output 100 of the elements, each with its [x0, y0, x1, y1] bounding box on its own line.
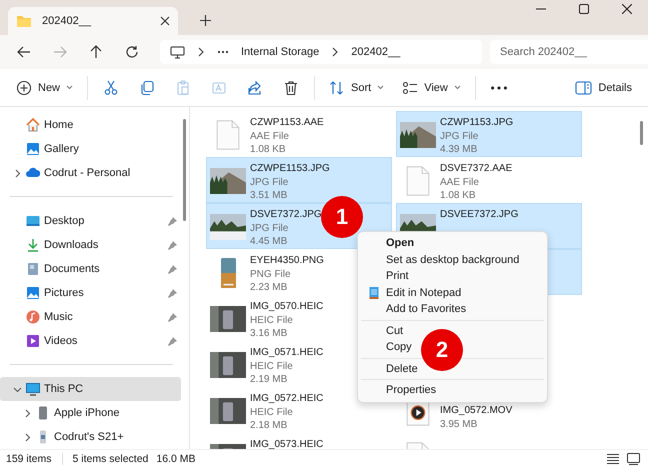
expanded-chevron-icon[interactable] — [12, 384, 22, 394]
chevron-icon[interactable] — [22, 408, 32, 418]
sidebar-item[interactable]: Pictures — [0, 281, 181, 305]
close-tab-icon[interactable] — [160, 16, 170, 26]
selection-size: 16.0 MB — [156, 453, 196, 465]
menu-item[interactable]: Add to Favorites — [361, 301, 466, 318]
address-bar[interactable]: Internal Storage 202402__ — [160, 40, 482, 64]
chevron-icon[interactable] — [22, 432, 32, 442]
file-item[interactable]: EYEH4350.PNG PNG File 2.23 MB — [206, 249, 328, 295]
sidebar-item[interactable]: Gallery — [0, 137, 181, 161]
pictures-icon — [26, 286, 40, 300]
details-view-icon[interactable] — [607, 453, 619, 465]
file-type: AAE File — [440, 176, 480, 189]
pin-icon[interactable] — [168, 264, 177, 274]
sort-button[interactable]: Sort — [321, 72, 392, 102]
pin-icon[interactable] — [168, 312, 177, 322]
refresh-icon — [125, 45, 139, 59]
menu-item[interactable]: Delete — [361, 360, 418, 377]
selection-count: 5 items selected — [72, 453, 148, 465]
breadcrumb-item[interactable]: 202402__ — [351, 46, 400, 58]
file-item[interactable]: CZWP1153.AAE AAE File 1.08 KB — [206, 111, 328, 157]
sidebar-item[interactable]: Codrut - Personal — [0, 161, 181, 185]
rename-icon — [211, 80, 228, 96]
arrow-left-icon — [17, 45, 31, 59]
file-size: 2.18 MB — [250, 419, 288, 432]
file-name: IMG_0573.HEIC — [250, 438, 324, 449]
documents-icon — [26, 262, 40, 276]
share-icon — [247, 80, 264, 96]
menu-item[interactable]: Edit in Notepad — [361, 284, 462, 301]
phone-screenshot-thumbnail — [220, 258, 236, 288]
clipboard-icon — [175, 80, 192, 96]
sidebar-item[interactable]: Music — [0, 305, 181, 329]
list-view-icon — [402, 80, 418, 96]
tab-title: 202402__ — [42, 15, 92, 27]
pin-icon[interactable] — [168, 240, 177, 250]
pin-icon[interactable] — [168, 288, 177, 298]
file-size: 3.16 MB — [250, 327, 288, 340]
file-name: CZWP1153.JPG — [440, 116, 514, 130]
menu-item[interactable]: Copy — [361, 339, 412, 356]
menu-item[interactable]: Print — [361, 268, 409, 284]
file-size: 3.51 MB — [250, 189, 288, 202]
pin-icon[interactable] — [168, 336, 177, 346]
caret-icon — [66, 85, 74, 90]
search-field[interactable]: Search 202402__ — [490, 40, 648, 64]
pin-icon[interactable] — [168, 216, 177, 226]
view-button[interactable]: View — [394, 72, 469, 102]
file-name: IMG_0572.MOV — [440, 404, 512, 418]
file-size: 2.23 MB — [250, 281, 288, 294]
trash-icon — [283, 80, 300, 96]
sidebar-item[interactable]: Downloads — [0, 233, 181, 257]
file-item[interactable]: IMG_0571.HEIC HEIC File 2.19 MB — [206, 341, 328, 387]
photo-thumbnail — [210, 306, 246, 332]
file-item[interactable]: IMG_0572.HEIC HEIC File 2.18 MB — [206, 387, 328, 433]
music-icon — [26, 310, 40, 324]
new-button[interactable]: New — [8, 72, 82, 102]
pc-icon — [26, 382, 40, 396]
file-type: HEIC File — [250, 314, 294, 327]
file-item[interactable]: CZWPE1153.JPG JPG File 3.51 MB — [206, 157, 392, 203]
file-item[interactable]: CZWP1153.JPG JPG File 4.39 MB — [396, 111, 582, 157]
window-tab[interactable]: 202402__ — [8, 7, 178, 35]
breadcrumb-item[interactable]: Internal Storage — [241, 46, 320, 58]
file-item[interactable]: IMG_0573.HEIC — [206, 433, 328, 449]
file-name: IMG_0572.HEIC — [250, 392, 324, 406]
desktop-icon — [26, 214, 40, 228]
sidebar-item[interactable]: Home — [0, 113, 181, 137]
chevron-icon[interactable] — [12, 168, 22, 178]
file-type: PNG File — [250, 268, 292, 281]
tiles-view-icon[interactable] — [627, 453, 640, 465]
file-name: DSVE7372.JPG — [250, 208, 322, 222]
menu-item[interactable]: Set as desktop background — [361, 252, 520, 268]
sidebar-item[interactable]: This PC — [0, 377, 181, 401]
more-icon[interactable] — [217, 50, 229, 54]
file-type: HEIC File — [250, 406, 294, 419]
item-count: 159 items — [6, 453, 52, 465]
file-name: IMG_0570.HEIC — [250, 300, 324, 314]
details-button[interactable]: Details — [567, 72, 640, 102]
sidebar-item[interactable]: Codrut's S21+ — [0, 425, 181, 449]
close-icon[interactable] — [622, 4, 632, 14]
more-icon — [490, 86, 507, 90]
menu-item[interactable]: Properties — [361, 382, 436, 398]
file-name: IMG_0571.HEIC — [250, 346, 324, 360]
caret-icon — [377, 85, 384, 90]
sidebar-item[interactable]: Documents — [0, 257, 181, 281]
file-name: CZWPE1153.JPG — [250, 162, 330, 176]
plus-circle-icon — [16, 80, 32, 96]
file-item[interactable]: IMG_0570.HEIC HEIC File 3.16 MB — [206, 295, 328, 341]
arrow-up-icon — [89, 45, 103, 59]
sidebar-item[interactable]: Desktop — [0, 209, 181, 233]
file-item[interactable]: DSVE7372.AAE AAE File 1.08 KB — [396, 157, 516, 203]
scissors-icon — [103, 80, 120, 96]
menu-item[interactable]: Cut — [361, 322, 404, 339]
file-type: AAE File — [250, 130, 290, 143]
maximize-icon[interactable] — [579, 4, 589, 14]
file-icon — [406, 166, 430, 196]
sidebar-item[interactable]: Videos — [0, 329, 181, 353]
new-tab-icon[interactable] — [200, 15, 211, 26]
file-size: 4.39 MB — [440, 143, 478, 156]
copy-icon — [139, 80, 156, 96]
sidebar-item[interactable]: Apple iPhone — [0, 401, 181, 425]
downloads-icon — [26, 238, 40, 252]
